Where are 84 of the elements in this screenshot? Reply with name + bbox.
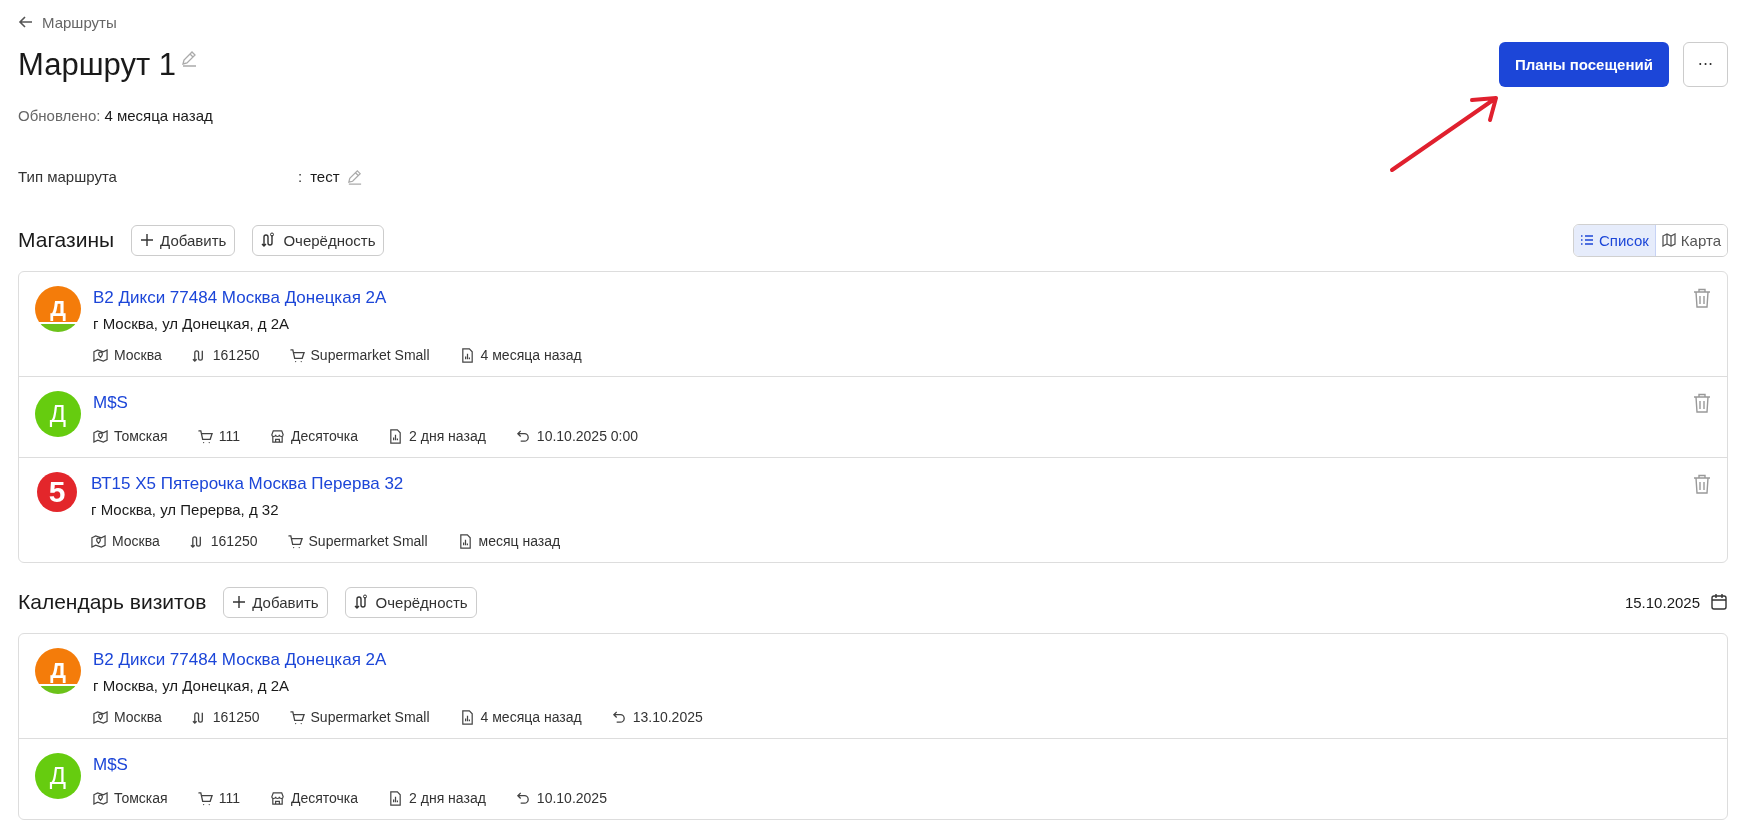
meta-text: Десяточка xyxy=(290,427,359,446)
meta-text: месяц назад xyxy=(478,532,561,551)
store-link[interactable]: В2 Дикси 77484 Москва Донецкая 2А xyxy=(93,646,1711,674)
meta-text: Москва xyxy=(114,708,162,727)
cart-icon xyxy=(197,790,213,806)
back-arrow-icon xyxy=(18,14,34,30)
letter-avatar: Д xyxy=(35,753,81,799)
meta-text: 4 месяца назад xyxy=(480,346,582,365)
list-icon xyxy=(1579,233,1594,247)
chart-icon xyxy=(388,428,404,444)
undo-icon xyxy=(515,428,531,444)
letter-avatar: Д xyxy=(35,391,81,437)
cart-icon xyxy=(197,428,213,444)
store-address: г Москва, ул Перерва, д 32 xyxy=(91,500,280,520)
order-button[interactable]: Очерёдность xyxy=(344,586,477,618)
shop-icon xyxy=(269,790,285,806)
updated-label: Обновлено: xyxy=(18,107,101,124)
delete-icon[interactable] xyxy=(1693,393,1711,413)
meta-text: Supermarket Small xyxy=(308,532,428,551)
plus-icon xyxy=(232,595,247,609)
shop-icon xyxy=(269,428,285,444)
store-link[interactable]: ВТ15 Х5 Пятерочка Москва Перерва 32 xyxy=(91,470,1681,498)
page-title: Маршрут 1 xyxy=(18,45,176,84)
separator: : xyxy=(298,168,303,185)
undo-icon xyxy=(611,709,627,725)
cart-icon xyxy=(289,347,305,363)
store-link[interactable]: M$S xyxy=(93,751,1711,779)
plus-icon xyxy=(140,233,155,247)
meta-text: 161250 xyxy=(212,346,260,365)
calendar-date: 15.10.2025 xyxy=(1624,593,1700,611)
chart-icon xyxy=(388,790,404,806)
meta-text: 161250 xyxy=(212,708,260,727)
meta-text: 10.10.2025 xyxy=(536,789,607,808)
meta-text: 2 дня назад xyxy=(409,789,486,808)
field-label: Тип маршрута xyxy=(18,168,118,185)
meta-text: Десяточка xyxy=(290,789,359,808)
five-logo: 5 xyxy=(37,472,77,512)
meta-text: 161250 xyxy=(210,532,258,551)
cart-icon xyxy=(287,533,303,549)
order-button[interactable]: Очерёдность xyxy=(252,224,385,256)
meta-text: 10.10.2025 0:00 xyxy=(536,427,639,446)
store-address: г Москва, ул Донецкая, д 2А xyxy=(93,314,291,334)
meta-text: Томская xyxy=(114,427,168,446)
dixy-logo: Д xyxy=(35,648,81,694)
meta-text: 13.10.2025 xyxy=(632,708,703,727)
meta-text: 111 xyxy=(218,789,240,808)
map-pin-icon xyxy=(93,790,108,806)
store-link[interactable]: M$S xyxy=(93,389,1681,417)
store-link[interactable]: В2 Дикси 77484 Москва Донецкая 2А xyxy=(93,284,1681,312)
chart-icon xyxy=(457,533,473,549)
add-button[interactable]: Добавить xyxy=(223,586,328,618)
undo-icon xyxy=(515,790,531,806)
map-pin-icon xyxy=(91,533,106,549)
map-icon xyxy=(1661,233,1676,247)
field-value: тест xyxy=(310,168,340,185)
meta-text: Supermarket Small xyxy=(310,708,430,727)
meta-text: Томская xyxy=(114,789,168,808)
calendar-icon[interactable] xyxy=(1710,593,1728,611)
map-pin-icon xyxy=(93,709,108,725)
visit-plans-button[interactable]: Планы посещений xyxy=(1499,42,1669,87)
meta-text: Supermarket Small xyxy=(310,346,430,365)
meta-text: 2 дня назад xyxy=(409,427,486,446)
add-button[interactable]: Добавить xyxy=(131,224,236,256)
more-button[interactable]: ··· xyxy=(1683,42,1728,87)
edit-icon[interactable] xyxy=(345,168,363,185)
dixy-logo: Д xyxy=(35,286,81,332)
map-pin-icon xyxy=(93,347,108,363)
delete-icon[interactable] xyxy=(1693,474,1711,494)
cart-icon xyxy=(289,709,305,725)
chart-icon xyxy=(459,347,475,363)
meta-text: 111 xyxy=(218,427,240,446)
section-title: Магазины xyxy=(18,228,115,252)
meta-text: 4 месяца назад xyxy=(480,708,582,727)
store-address: г Москва, ул Донецкая, д 2А xyxy=(93,676,291,696)
back-link[interactable]: Маршруты xyxy=(18,10,117,34)
delete-icon[interactable] xyxy=(1693,288,1711,308)
map-pin-icon xyxy=(93,428,108,444)
meta-text: Москва xyxy=(112,532,160,551)
meta-text: Москва xyxy=(114,346,162,365)
section-title: Календарь визитов xyxy=(18,590,207,614)
chart-icon xyxy=(459,709,475,725)
route-icon xyxy=(353,594,370,610)
updated-value: 4 месяца назад xyxy=(104,107,213,124)
list-view-tab[interactable]: Список xyxy=(1573,224,1656,256)
